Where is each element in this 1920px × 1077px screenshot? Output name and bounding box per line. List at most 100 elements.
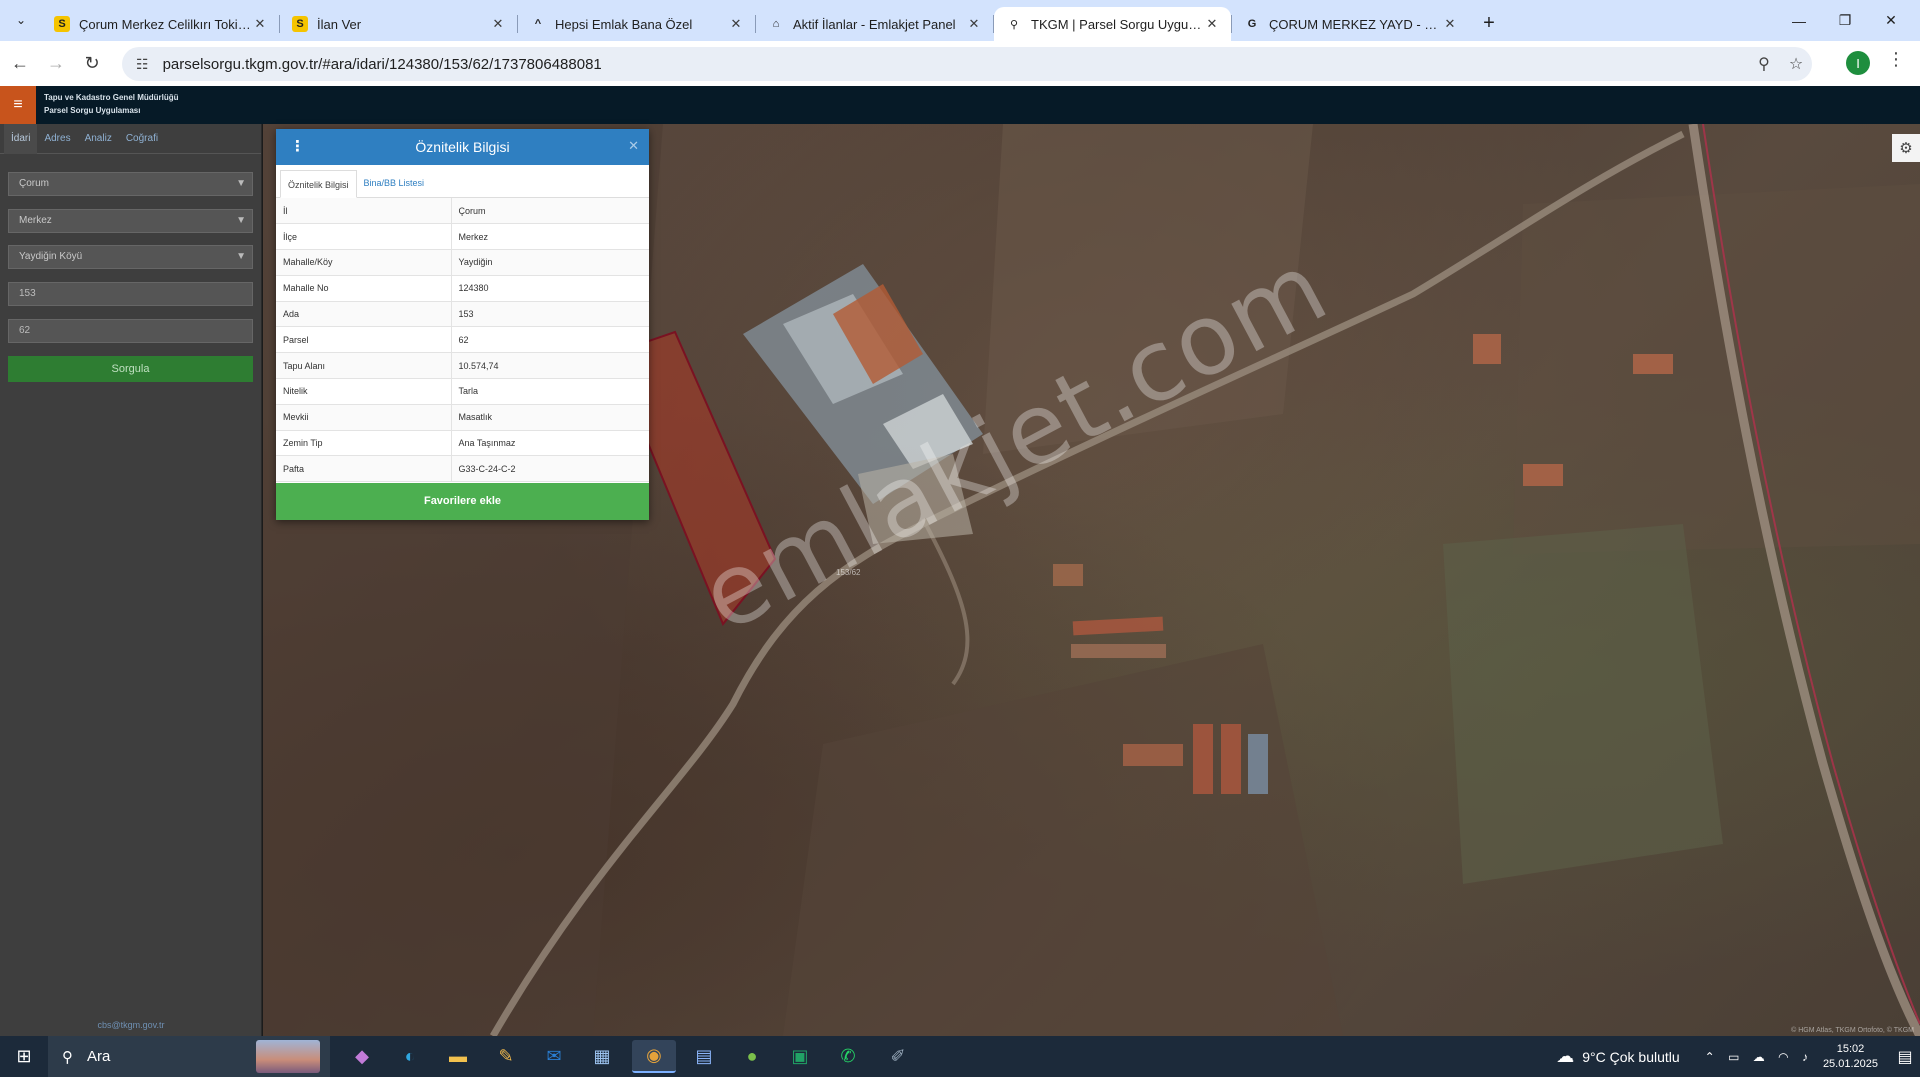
browser-menu-icon[interactable]: ⋮ — [1884, 49, 1908, 77]
app-title-line2: Parsel Sorgu Uygulaması — [44, 106, 141, 115]
attribute-panel: ⋮ Öznitelik Bilgisi ✕ Öznitelik Bilgisi … — [276, 129, 649, 520]
profile-avatar[interactable]: I — [1846, 51, 1870, 75]
outlook-icon[interactable]: ✉ — [532, 1040, 576, 1073]
browser-tab[interactable]: ⚲ TKGM | Parsel Sorgu Uygulaması✕ — [994, 7, 1231, 41]
tab-title: Çorum Merkez Celilkırı Toki Anl — [79, 16, 251, 32]
browser-tab[interactable]: G ÇORUM MERKEZ YAYD - Google✕ — [1232, 7, 1469, 41]
url-text[interactable]: parselsorgu.tkgm.gov.tr/#ara/idari/12438… — [163, 56, 602, 73]
edge-icon[interactable]: ◐ — [388, 1040, 432, 1073]
tab-analiz[interactable]: Analiz — [78, 124, 119, 154]
chevron-down-icon: ▼ — [236, 215, 246, 226]
paint-icon[interactable]: ✐ — [876, 1040, 920, 1073]
table-row: Ada 153 — [276, 301, 649, 328]
add-favorites-button[interactable]: Favorilere ekle — [276, 483, 649, 520]
globe-app-icon[interactable]: ● — [730, 1040, 774, 1073]
reload-icon[interactable]: ↻ — [76, 48, 108, 80]
attribute-key: İl — [276, 198, 452, 225]
sticky-app-icon[interactable]: ✎ — [484, 1040, 528, 1073]
village-building — [1072, 616, 1164, 636]
tab-title: Aktif İlanlar - Emlakjet Panel — [793, 16, 956, 32]
attribute-table: İl Çorum İlçe Merkez Mahalle/Köy Yaydiğin Maha… — [276, 198, 649, 483]
tab-favicon-icon: ⚲ — [1009, 18, 1019, 31]
table-row: Mahalle/Köy Yaydiğin — [276, 249, 649, 276]
table-row: İl Çorum — [276, 198, 649, 225]
chevron-up-icon[interactable]: ⌃ — [1705, 1050, 1715, 1064]
close-window-icon[interactable]: ✕ — [1868, 0, 1914, 41]
browser-tab[interactable]: ⌂ Aktif İlanlar - Emlakjet Panel ✕ — [756, 7, 993, 41]
copilot-icon[interactable]: ◆ — [340, 1040, 384, 1073]
hamburger-menu-icon[interactable]: ≡ — [0, 86, 36, 124]
browser-tabstrip: ⌄ S Çorum Merkez Celilkırı Toki Anl ✕ S İlan… — [0, 0, 1920, 41]
tab-favicon-icon: S — [292, 16, 308, 32]
tab-idari[interactable]: İdari — [4, 123, 38, 154]
sidebar-tabs: İdari Adres Analiz Coğrafi — [0, 123, 261, 154]
attribute-value: 124380 — [451, 275, 649, 302]
weather-widget[interactable]: ☁ 9°C Çok bulutlu — [1556, 1046, 1679, 1067]
app-header: ≡ Tapu ve Kadastro Genel Müdürlüğü Parse… — [0, 86, 1920, 124]
chrome-icon[interactable]: ◉ — [632, 1040, 676, 1073]
new-tab-button[interactable]: + — [1475, 9, 1503, 37]
volume-icon[interactable]: ♪ — [1802, 1050, 1808, 1064]
tab-close-icon[interactable]: ✕ — [1441, 16, 1459, 32]
file-explorer-icon[interactable]: ▬ — [436, 1040, 480, 1073]
attribute-key: Mahalle/Köy — [276, 249, 452, 276]
neighborhood-select[interactable]: Yaydiğin Köyü ▼ — [8, 245, 253, 269]
parsel-input[interactable]: 62 — [8, 319, 253, 343]
attribute-key: Mahalle No — [276, 275, 452, 302]
clock-date: 25.01.2025 — [1822, 1057, 1878, 1070]
tab-favicon-icon: ^ — [534, 18, 542, 30]
onedrive-icon[interactable]: ☁ — [1753, 1050, 1765, 1064]
chevron-down-icon: ▼ — [236, 178, 246, 189]
village-building — [1221, 724, 1241, 794]
browser-tab[interactable]: S Çorum Merkez Celilkırı Toki Anl ✕ — [42, 7, 279, 41]
village-building — [1633, 354, 1673, 374]
store-icon[interactable]: ▦ — [580, 1040, 624, 1073]
tab-close-icon[interactable]: ✕ — [489, 16, 507, 32]
search-icon: ⚲ — [62, 1048, 73, 1066]
calculator-icon[interactable]: ▤ — [682, 1040, 726, 1073]
tab-building-list[interactable]: Bina/BB Listesi — [357, 169, 432, 197]
meet-icon[interactable]: ▭ — [1728, 1050, 1739, 1064]
close-icon[interactable]: ✕ — [628, 138, 639, 154]
attribute-value: 153 — [451, 301, 649, 328]
tab-close-icon[interactable]: ✕ — [1203, 16, 1221, 32]
whatsapp-icon[interactable]: ✆ — [826, 1040, 870, 1073]
attribute-value: Çorum — [451, 198, 649, 225]
tab-cografi[interactable]: Coğrafi — [119, 124, 165, 154]
bookmark-star-icon[interactable]: ☆ — [1780, 54, 1812, 74]
browser-tab[interactable]: ^ Hepsi Emlak Bana Özel ✕ — [518, 7, 755, 41]
tab-favicon-icon: ⌂ — [772, 18, 780, 30]
tab-adres[interactable]: Adres — [37, 124, 77, 154]
table-row: Zemin Tip Ana Taşınmaz — [276, 430, 649, 457]
gear-icon[interactable]: ⚙ — [1892, 134, 1920, 162]
tab-close-icon[interactable]: ✕ — [251, 16, 269, 32]
village-building — [1053, 564, 1083, 586]
restore-icon[interactable]: ❐ — [1822, 0, 1868, 41]
back-icon[interactable]: ← — [4, 48, 36, 80]
excel-icon[interactable]: ▣ — [778, 1040, 822, 1073]
province-select[interactable]: Çorum ▼ — [8, 172, 253, 196]
browser-toolbar: ← → ↻ ☷ parselsorgu.tkgm.gov.tr/#ara/ida… — [0, 41, 1920, 86]
taskbar-search[interactable]: ⚲ Ara — [48, 1036, 330, 1077]
wifi-icon[interactable]: ◠ — [1778, 1050, 1788, 1064]
tab-close-icon[interactable]: ✕ — [965, 16, 983, 32]
site-info-icon[interactable]: ☷ — [136, 56, 149, 73]
district-select[interactable]: Merkez ▼ — [8, 209, 253, 233]
ada-input[interactable]: 153 — [8, 282, 253, 306]
tab-attribute-info[interactable]: Öznitelik Bilgisi — [280, 170, 357, 198]
minimize-icon[interactable]: — — [1776, 0, 1822, 41]
tab-close-icon[interactable]: ✕ — [727, 16, 745, 32]
village-building — [1473, 334, 1501, 364]
address-bar[interactable]: ☷ parselsorgu.tkgm.gov.tr/#ara/idari/124… — [122, 47, 1812, 81]
zoom-icon[interactable]: ⚲ — [1748, 54, 1780, 74]
notification-icon[interactable]: ▤ — [1890, 1047, 1920, 1067]
windows-start-icon[interactable]: ⊞ — [0, 1036, 48, 1077]
contact-email-link[interactable]: cbs@tkgm.gov.tr — [0, 1020, 262, 1030]
attribute-value: Merkez — [451, 223, 649, 251]
clock[interactable]: 15:02 25.01.2025 — [1823, 1042, 1878, 1072]
table-row: Nitelik Tarla — [276, 378, 649, 405]
forward-icon[interactable]: → — [40, 48, 72, 80]
query-button[interactable]: Sorgula — [8, 356, 253, 382]
browser-tab[interactable]: S İlan Ver ✕ — [280, 7, 517, 41]
tab-search-chevron-icon[interactable]: ⌄ — [8, 7, 34, 33]
